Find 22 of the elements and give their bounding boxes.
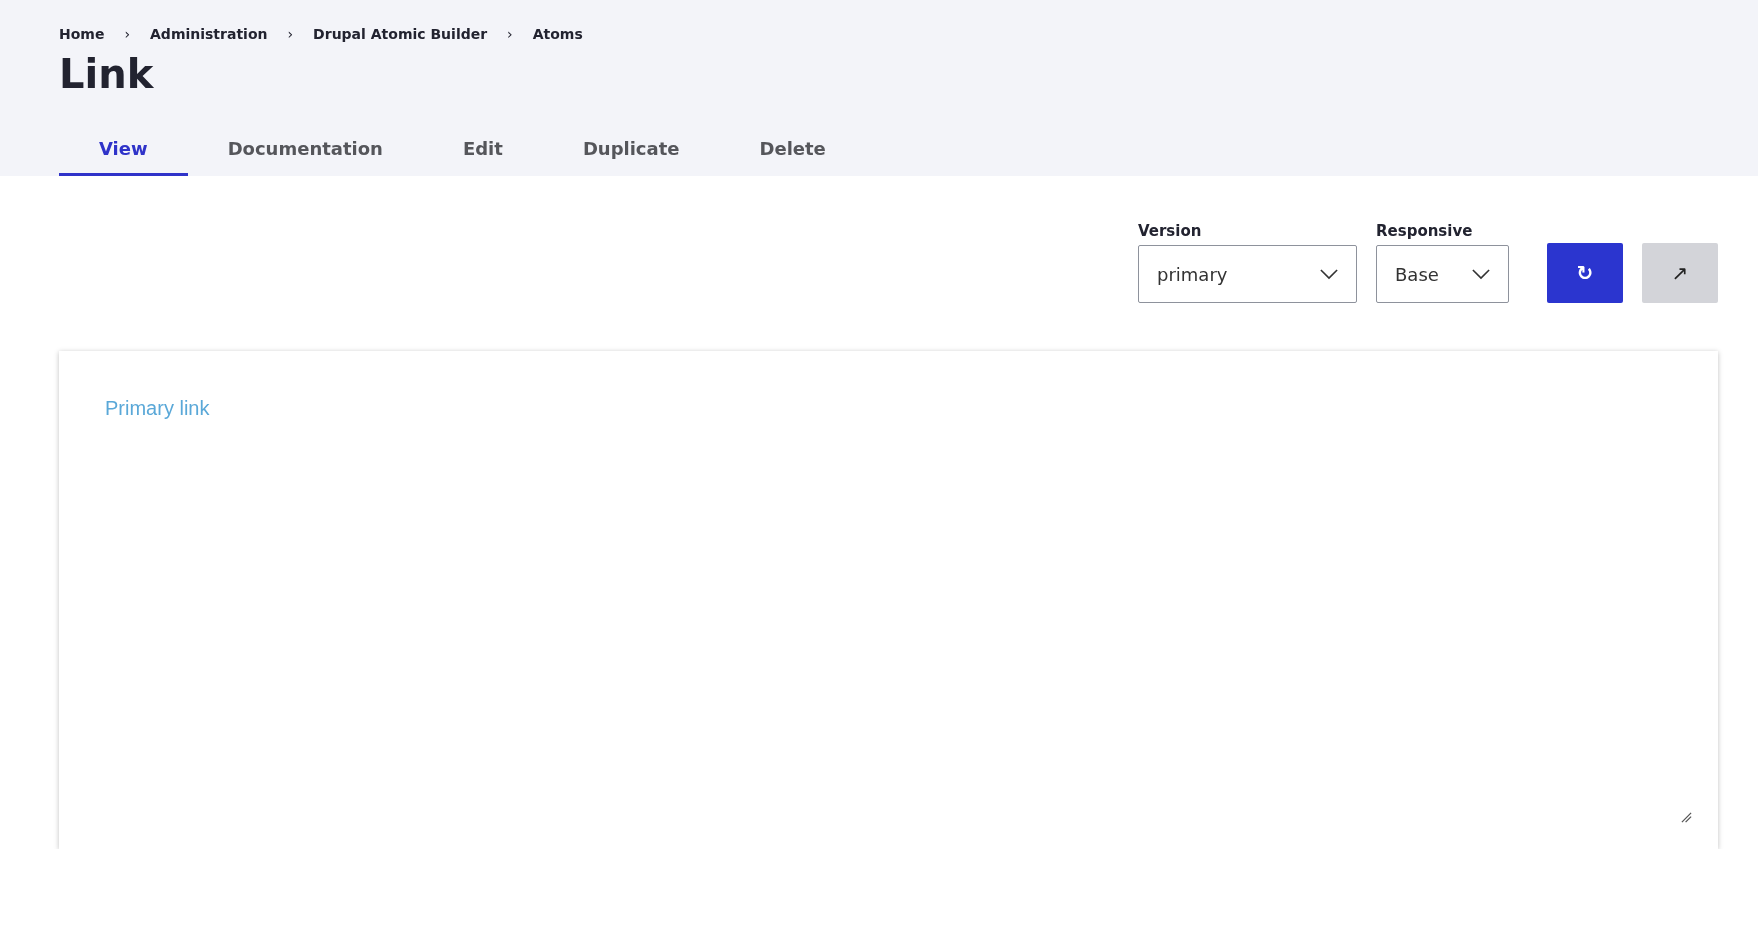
breadcrumb-link[interactable]: Atoms xyxy=(532,26,583,42)
tab[interactable]: Delete xyxy=(719,122,866,176)
breadcrumb-separator: › xyxy=(124,26,131,42)
open-button[interactable]: ↗ xyxy=(1642,243,1718,303)
version-select[interactable]: primary xyxy=(1138,245,1357,303)
tab[interactable]: Edit xyxy=(422,122,543,176)
tab[interactable]: View xyxy=(59,122,188,176)
responsive-select[interactable]: Base xyxy=(1376,245,1509,303)
breadcrumb-link[interactable]: Drupal Atomic Builder xyxy=(313,26,488,42)
version-label: Version xyxy=(1138,222,1203,240)
breadcrumb-link[interactable]: Administration xyxy=(150,26,268,42)
chevron-icon xyxy=(1472,268,1490,280)
refresh-button[interactable]: ↻ xyxy=(1547,243,1623,303)
tab[interactable]: Duplicate xyxy=(542,122,720,176)
resize-handle-icon[interactable] xyxy=(1681,812,1692,823)
tab[interactable]: Documentation xyxy=(187,122,423,176)
responsive-label: Responsive xyxy=(1376,222,1474,240)
chevron-icon xyxy=(1320,268,1338,280)
page-title: Link xyxy=(59,50,155,98)
breadcrumb-separator: › xyxy=(287,26,294,42)
breadcrumb-link[interactable]: Home xyxy=(59,26,105,42)
breadcrumb-separator: › xyxy=(507,26,513,42)
